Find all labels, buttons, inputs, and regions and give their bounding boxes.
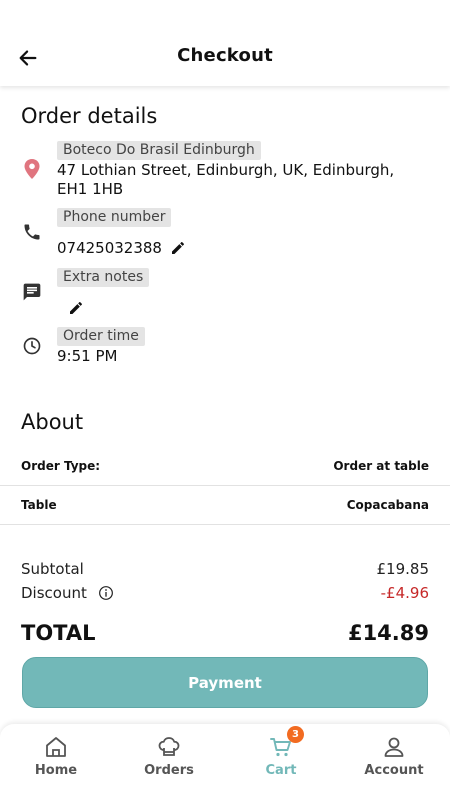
- nav-account-label: Account: [364, 763, 424, 778]
- order-type-label: Order Type:: [21, 459, 101, 473]
- subtotal-label: Subtotal: [21, 560, 84, 578]
- order-time-label: Order time: [57, 327, 145, 346]
- total-value: £14.89: [347, 621, 429, 645]
- restaurant-address-line2: EH1 1HB: [57, 180, 124, 198]
- nav-cart-label: Cart: [265, 763, 297, 778]
- total-label: TOTAL: [21, 621, 96, 645]
- table-label: Table: [21, 498, 57, 512]
- location-pin-icon: [20, 157, 44, 181]
- info-icon[interactable]: [98, 585, 114, 601]
- page-title: Checkout: [177, 45, 273, 66]
- nav-cart[interactable]: 3 Cart: [236, 726, 326, 786]
- discount-row: Discount: [21, 584, 114, 602]
- table-value: Copacabana: [346, 498, 429, 512]
- nav-account[interactable]: Account: [349, 734, 439, 786]
- chef-hat-icon: [158, 737, 180, 756]
- discount-value: -£4.96: [380, 584, 429, 602]
- order-time-value: 9:51 PM: [57, 347, 118, 365]
- table-row: Table Copacabana: [0, 486, 450, 525]
- subtotal-value: £19.85: [376, 560, 430, 578]
- user-icon: [384, 737, 404, 757]
- nav-orders[interactable]: Orders: [124, 734, 214, 786]
- bottom-navigation: Home Orders 3 Cart Account: [0, 724, 450, 800]
- extra-notes-label: Extra notes: [57, 268, 150, 287]
- nav-home-label: Home: [34, 763, 78, 778]
- edit-phone-button[interactable]: [168, 238, 188, 258]
- home-icon: [46, 737, 66, 757]
- pencil-icon: [70, 302, 82, 314]
- edit-notes-button[interactable]: [66, 298, 86, 318]
- app-header: Checkout: [0, 0, 450, 86]
- message-icon: [20, 280, 44, 304]
- restaurant-name: Boteco Do Brasil Edinburgh: [57, 141, 261, 160]
- pencil-icon: [172, 242, 184, 254]
- phone-icon: [20, 220, 44, 244]
- nav-orders-label: Orders: [144, 763, 194, 778]
- order-details-title: Order details: [21, 104, 158, 128]
- order-type-row: Order Type: Order at table: [0, 447, 450, 486]
- discount-label: Discount: [21, 584, 87, 602]
- phone-label: Phone number: [57, 208, 172, 227]
- phone-value: 07425032388: [57, 239, 162, 257]
- cart-badge: 3: [287, 726, 304, 743]
- restaurant-address-line1: 47 Lothian Street, Edinburgh, UK, Edinbu…: [57, 161, 395, 179]
- payment-button[interactable]: Payment: [22, 657, 428, 708]
- nav-home[interactable]: Home: [11, 734, 101, 786]
- divider: [0, 524, 450, 525]
- clock-icon: [20, 334, 44, 358]
- order-type-value: Order at table: [333, 459, 429, 473]
- about-title: About: [21, 410, 84, 434]
